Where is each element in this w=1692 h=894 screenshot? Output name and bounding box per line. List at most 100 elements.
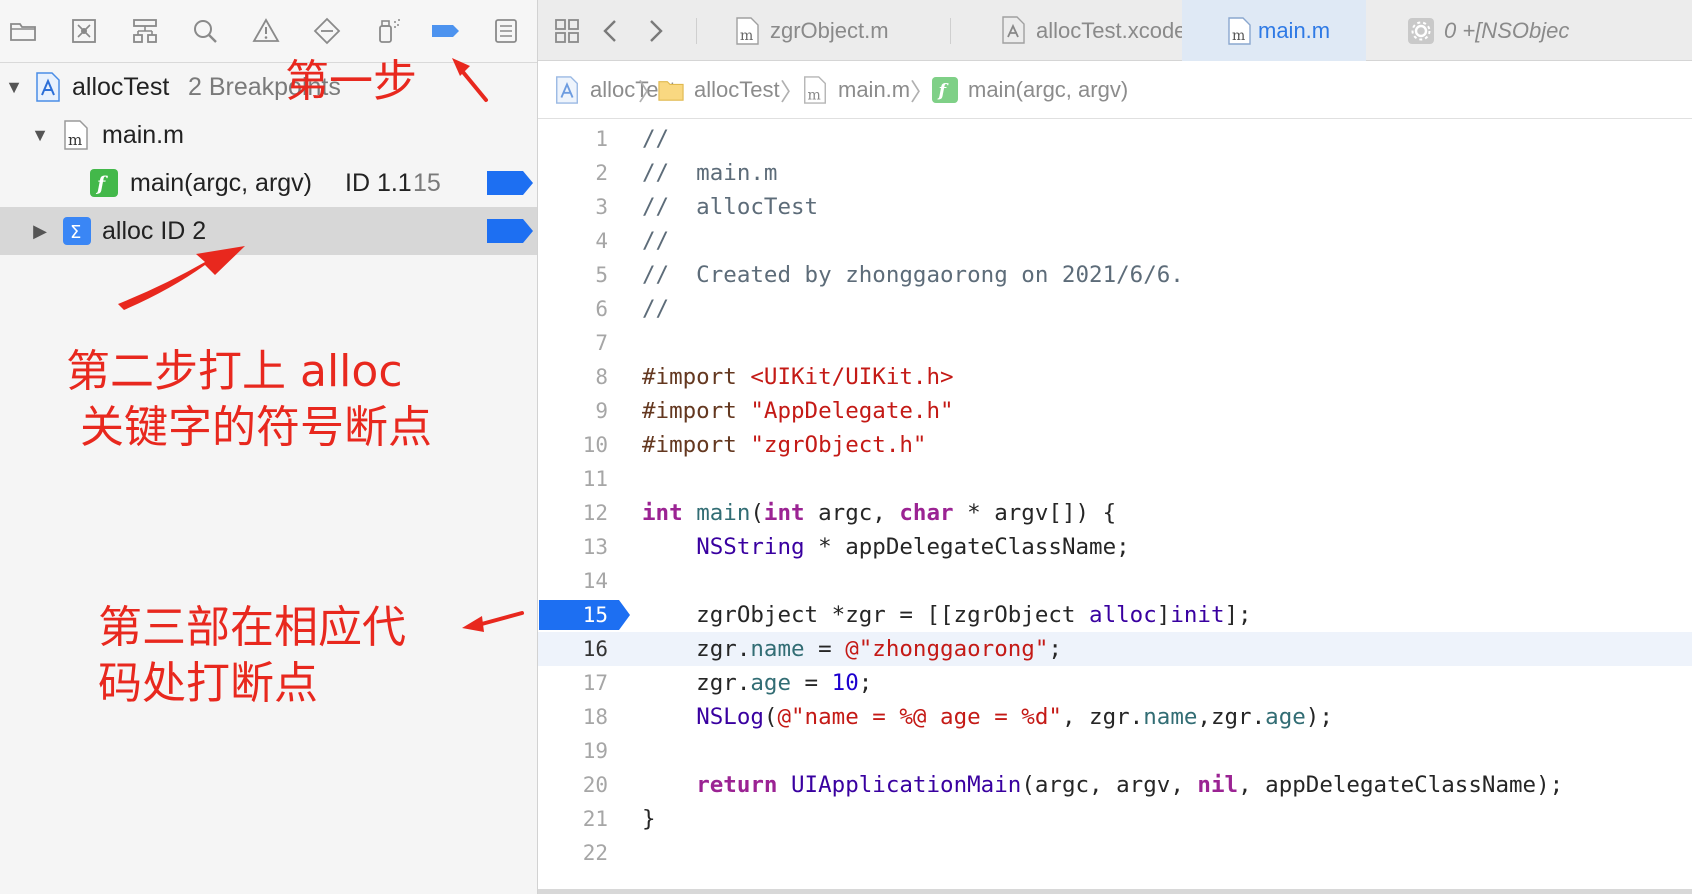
symbol-navigator-icon[interactable] bbox=[128, 14, 162, 48]
tab-main-m[interactable]: m main.m bbox=[1182, 0, 1366, 61]
code-line[interactable]: 13 NSString * appDelegateClassName; bbox=[538, 530, 1692, 564]
code-text: // bbox=[642, 292, 669, 326]
code-token: zgr. bbox=[642, 670, 751, 696]
code-text: #import "zgrObject.h" bbox=[642, 428, 926, 462]
breakpoint-line: 15 bbox=[413, 168, 441, 197]
navigator-toolbar bbox=[0, 0, 537, 63]
line-number[interactable]: 13 bbox=[548, 530, 608, 564]
disclosure-open-icon[interactable]: ▼ bbox=[4, 77, 24, 97]
line-number[interactable]: 3 bbox=[548, 190, 608, 224]
code-line[interactable]: 1 // bbox=[538, 122, 1692, 156]
line-number[interactable]: 12 bbox=[548, 496, 608, 530]
code-line[interactable]: 9 #import "AppDelegate.h" bbox=[538, 394, 1692, 428]
code-line[interactable]: 18 NSLog(@"name = %@ age = %d", zgr.name… bbox=[538, 700, 1692, 734]
code-token: return bbox=[696, 772, 778, 798]
disclosure-open-icon[interactable]: ▼ bbox=[30, 125, 50, 145]
breakpoint-row-main[interactable]: f main(argc, argv) ID 1.1 15 bbox=[0, 159, 537, 207]
line-number[interactable]: 18 bbox=[548, 700, 608, 734]
code-line[interactable]: 3 // allocTest bbox=[538, 190, 1692, 224]
line-number[interactable]: 22 bbox=[548, 836, 608, 870]
line-number[interactable]: 10 bbox=[548, 428, 608, 462]
breakpoint-enabled-icon[interactable] bbox=[487, 219, 533, 243]
code-line[interactable]: 2 // main.m bbox=[538, 156, 1692, 190]
code-token: // bbox=[642, 228, 670, 254]
line-number[interactable]: 15 bbox=[548, 598, 608, 632]
breakpoint-navigator-icon[interactable] bbox=[428, 14, 462, 48]
issue-warning-icon[interactable] bbox=[249, 14, 283, 48]
jump-bar: allocTest 〉 allocTest 〉 m main.m 〉 f mai… bbox=[538, 61, 1692, 119]
line-number[interactable]: 14 bbox=[548, 564, 608, 598]
breakpoint-enabled-icon[interactable] bbox=[487, 171, 533, 195]
chevron-forward-icon[interactable] bbox=[638, 14, 672, 48]
code-line[interactable]: 16 zgr.name = @"zhonggaorong"; bbox=[538, 632, 1692, 666]
code-token: = bbox=[791, 670, 832, 696]
code-line[interactable]: 17 zgr.age = 10; bbox=[538, 666, 1692, 700]
code-text: } bbox=[642, 802, 656, 836]
svg-text:m: m bbox=[808, 87, 821, 103]
code-token: #import bbox=[642, 398, 751, 424]
code-line[interactable]: 12 int main(int argc, char * argv[]) { bbox=[538, 496, 1692, 530]
code-line[interactable]: 8 #import <UIKit/UIKit.h> bbox=[538, 360, 1692, 394]
code-line[interactable]: 4 // bbox=[538, 224, 1692, 258]
code-text: #import <UIKit/UIKit.h> bbox=[642, 360, 954, 394]
code-token: @"zhonggaorong" bbox=[845, 636, 1049, 662]
code-token: ; bbox=[858, 670, 873, 696]
code-text: zgr.name = @"zhonggaorong"; bbox=[642, 632, 1062, 666]
source-control-icon[interactable] bbox=[67, 14, 101, 48]
line-number[interactable]: 20 bbox=[548, 768, 608, 802]
code-line[interactable]: 14 bbox=[538, 564, 1692, 598]
tab-zgrobject-m[interactable]: m zgrObject.m bbox=[698, 0, 970, 61]
code-line[interactable]: 20 return UIApplicationMain(argc, argv, … bbox=[538, 768, 1692, 802]
line-number[interactable]: 21 bbox=[548, 802, 608, 836]
code-line[interactable]: 7 bbox=[538, 326, 1692, 360]
code-editor[interactable]: 1 // 2 // main.m 3 // allocTest 4 // 5 // Created… bbox=[538, 119, 1692, 889]
tab-nsobject-disassembly[interactable]: 0 +[NSObjec bbox=[1366, 0, 1692, 61]
line-number[interactable]: 11 bbox=[548, 462, 608, 496]
code-line[interactable]: 21} bbox=[538, 802, 1692, 836]
find-icon[interactable] bbox=[188, 14, 222, 48]
code-line[interactable]: 5 // Created by zhonggaorong on 2021/6/6. bbox=[538, 258, 1692, 292]
project-row[interactable]: ▼ allocTest 2 Breakpoints bbox=[0, 63, 537, 111]
jumpbar-file[interactable]: m main.m bbox=[802, 75, 910, 104]
line-number[interactable]: 8 bbox=[548, 360, 608, 394]
line-number[interactable]: 4 bbox=[548, 224, 608, 258]
related-items-grid-icon[interactable] bbox=[550, 14, 584, 48]
chevron-back-icon[interactable] bbox=[594, 14, 628, 48]
horizontal-scrollbar[interactable] bbox=[538, 889, 1692, 894]
line-number[interactable]: 19 bbox=[548, 734, 608, 768]
line-number[interactable]: 6 bbox=[548, 292, 608, 326]
line-number[interactable]: 2 bbox=[548, 156, 608, 190]
code-token: ); bbox=[1305, 704, 1333, 730]
report-list-icon[interactable] bbox=[489, 14, 523, 48]
objc-file-icon: m bbox=[64, 120, 88, 150]
function-icon: f bbox=[90, 169, 118, 197]
code-line[interactable]: 11 bbox=[538, 462, 1692, 496]
jumpbar-group[interactable]: allocTest bbox=[658, 76, 780, 104]
test-diamond-icon[interactable] bbox=[310, 14, 344, 48]
debug-spray-icon[interactable] bbox=[371, 14, 405, 48]
code-text: NSLog(@"name = %@ age = %d", zgr.name,zg… bbox=[642, 700, 1333, 734]
line-number[interactable]: 16 bbox=[548, 632, 608, 666]
folder-icon bbox=[658, 80, 684, 101]
code-token: ] bbox=[1156, 602, 1171, 628]
code-line[interactable]: 22 bbox=[538, 836, 1692, 870]
line-number[interactable]: 1 bbox=[548, 122, 608, 156]
folder-icon[interactable] bbox=[6, 14, 40, 48]
jumpbar-function[interactable]: f main(argc, argv) bbox=[932, 76, 1128, 104]
symbolic-breakpoint-label: alloc ID 2 bbox=[102, 216, 207, 245]
breakpoint-row-symbolic[interactable]: ▶ Σ alloc ID 2 bbox=[0, 207, 537, 255]
line-number[interactable]: 9 bbox=[548, 394, 608, 428]
code-token: // Created by zhonggaorong on 2021/6/6. bbox=[642, 262, 1184, 288]
xcode-project-icon bbox=[1002, 16, 1025, 44]
disclosure-closed-icon[interactable]: ▶ bbox=[30, 221, 50, 241]
code-line[interactable]: 15 zgrObject *zgr = [[zgrObject alloc]in… bbox=[538, 598, 1692, 632]
line-number[interactable]: 5 bbox=[548, 258, 608, 292]
code-line[interactable]: 10 #import "zgrObject.h" bbox=[538, 428, 1692, 462]
line-number[interactable]: 17 bbox=[548, 666, 608, 700]
code-token: , appDelegateClassName); bbox=[1238, 772, 1564, 798]
code-token: , zgr. bbox=[1061, 704, 1144, 730]
code-line[interactable]: 6 // bbox=[538, 292, 1692, 326]
line-number[interactable]: 7 bbox=[548, 326, 608, 360]
file-row[interactable]: ▼ m main.m bbox=[0, 111, 537, 159]
code-line[interactable]: 19 bbox=[538, 734, 1692, 768]
